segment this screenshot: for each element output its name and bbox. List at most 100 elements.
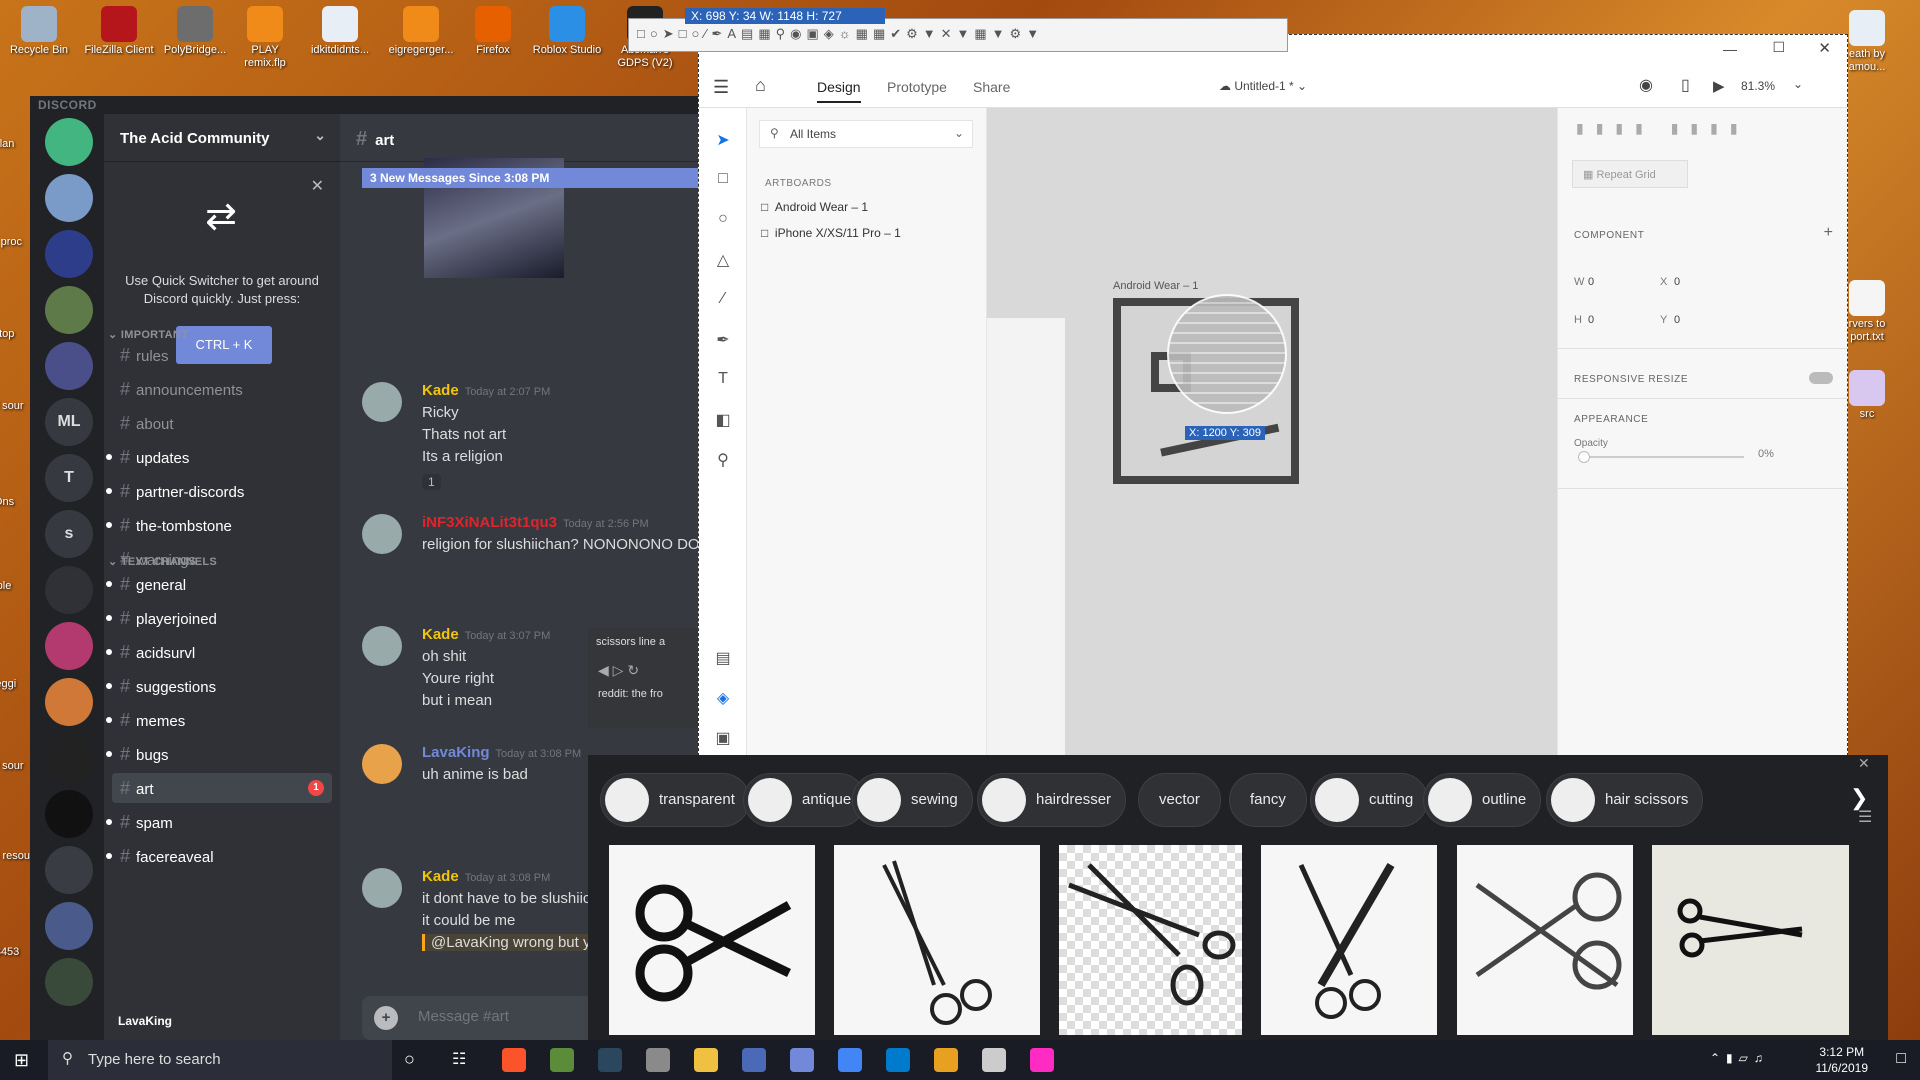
channel-spam[interactable]: # spam (106, 807, 332, 837)
windows-start-icon[interactable]: ⊞ (14, 1050, 29, 1071)
close-panel-icon[interactable]: ✕ (1858, 755, 1888, 781)
desktop-edge-label[interactable]: stop (0, 328, 30, 341)
cortana-icon[interactable]: ○ (404, 1049, 415, 1070)
server-icon[interactable]: ML (45, 398, 93, 446)
channel-general[interactable]: # general (106, 569, 332, 599)
layer-artboard-2[interactable]: □ iPhone X/XS/11 Pro – 1 (761, 226, 901, 240)
search-chip[interactable]: vector (1138, 773, 1221, 827)
repeat-grid-button[interactable]: ▦ Repeat Grid (1572, 160, 1688, 188)
browser-nav-icons[interactable]: ◀ ▷ ↻ (598, 662, 639, 679)
image-result[interactable] (1652, 845, 1849, 1035)
channel-memes[interactable]: # memes (106, 705, 332, 735)
file-explorer-icon[interactable] (694, 1048, 718, 1072)
system-tray-icons[interactable]: ⌃▮▱♫ (1710, 1051, 1769, 1065)
image-result[interactable] (609, 845, 815, 1035)
user-icon[interactable]: ◉ (1639, 75, 1653, 95)
close-icon[interactable]: ✕ (1818, 39, 1831, 57)
desktop-edge-label[interactable]: reggi (0, 678, 30, 691)
zoom-tool-icon[interactable]: ⚲ (713, 450, 733, 470)
design-canvas[interactable]: Android Wear – 1 X: 1200 Y: 309 (987, 108, 1557, 760)
server-icon[interactable] (45, 118, 93, 166)
y-field[interactable]: 0 (1674, 314, 1680, 326)
layer-artboard-1[interactable]: □ Android Wear – 1 (761, 200, 868, 214)
home-icon[interactable]: ⌂ (755, 75, 766, 96)
avatar[interactable] (362, 626, 402, 666)
new-messages-bar[interactable]: 3 New Messages Since 3:08 PM (362, 168, 710, 188)
zoom-level[interactable]: 81.3% (1741, 79, 1775, 93)
tab-prototype[interactable]: Prototype (887, 79, 947, 95)
artboard-title[interactable]: Android Wear – 1 (1113, 280, 1198, 292)
image-result[interactable] (1261, 845, 1437, 1035)
clock[interactable]: 3:12 PM 11/6/2019 (1816, 1044, 1869, 1076)
rectangle-tool-icon[interactable]: □ (713, 170, 733, 190)
plugins-icon[interactable]: ▣ (713, 728, 733, 748)
zoom-chevron-icon[interactable]: ⌄ (1793, 77, 1803, 91)
search-chip[interactable]: hairdresser (977, 773, 1127, 827)
device-preview-icon[interactable]: ▯ (1681, 75, 1690, 95)
server-icon[interactable] (45, 286, 93, 334)
server-icon[interactable] (45, 958, 93, 1006)
desktop-edge-label[interactable]: thi proc (0, 236, 30, 249)
channel-the-tombstone[interactable]: # the-tombstone (106, 510, 332, 540)
desktop-edge-label[interactable]: 1.14 resou (0, 850, 30, 863)
search-chip[interactable]: outline (1423, 773, 1542, 827)
message-author[interactable]: Kade Today at 2:07 PM (422, 382, 550, 399)
annotation-tool-icons[interactable]: □○➤□○∕✒A▤▦⚲◉▣◈☼▦▦✔⚙▼✕▼▦▼⚙▼ (637, 26, 1044, 42)
search-chip[interactable]: fancy (1229, 773, 1307, 827)
artboard-tool-icon[interactable]: ◧ (713, 410, 733, 430)
server-icon[interactable] (45, 342, 93, 390)
brave-icon[interactable] (502, 1048, 526, 1072)
avatar[interactable] (362, 382, 402, 422)
select-tool-icon[interactable]: ➤ (713, 130, 733, 150)
desktop-edge-label[interactable]: dul sour (0, 400, 30, 413)
menu-icon[interactable]: ☰ (713, 77, 729, 98)
polygon-tool-icon[interactable]: △ (713, 250, 733, 270)
avatar[interactable] (362, 744, 402, 784)
line-tool-icon[interactable]: ∕ (713, 290, 733, 310)
vscode-icon[interactable] (886, 1048, 910, 1072)
channel-acidsurvl[interactable]: # acidsurvl (106, 637, 332, 667)
add-component-icon[interactable]: + (1824, 224, 1833, 242)
assets-icon[interactable]: ▤ (713, 648, 733, 668)
notifications-icon[interactable]: □ (1896, 1050, 1906, 1068)
desktop-icon[interactable]: FileZilla Client (84, 6, 154, 57)
channel-updates[interactable]: # updates (106, 442, 332, 472)
chevron-right-icon[interactable]: ❯ (1850, 785, 1868, 811)
iphone-artboard[interactable] (987, 318, 1065, 758)
discord-icon[interactable] (790, 1048, 814, 1072)
desktop-edge-label[interactable]: 23453 (0, 946, 30, 959)
desktop-edge-label[interactable]: plan (0, 138, 30, 151)
taskbar-search[interactable]: ⚲ Type here to search (48, 1040, 392, 1080)
server-icon[interactable] (45, 846, 93, 894)
channel-art[interactable]: # art 1 (112, 773, 332, 803)
message-author[interactable]: Kade Today at 3:07 PM (422, 626, 550, 643)
layers-search[interactable]: ⚲ All Items ⌄ (759, 120, 973, 148)
desktop-icon[interactable]: Roblox Studio (532, 6, 602, 57)
chevron-down-icon[interactable]: ⌄ (954, 126, 964, 140)
server-icon[interactable] (45, 230, 93, 278)
image-result[interactable] (834, 845, 1040, 1035)
server-icon[interactable] (45, 678, 93, 726)
desktop-icon[interactable]: idkitdidnts... (305, 6, 375, 57)
channel-facereaveal[interactable]: # facereaveal (106, 841, 332, 871)
channel-playerjoined[interactable]: # playerjoined (106, 603, 332, 633)
channel-rules[interactable]: # rules (112, 340, 332, 370)
opacity-slider-handle[interactable] (1578, 451, 1590, 463)
search-chip[interactable]: hair scissors (1546, 773, 1704, 827)
reaction[interactable]: 1 (422, 474, 441, 490)
desktop-icon[interactable]: Recycle Bin (4, 6, 74, 57)
desktop-edge-label[interactable]: dul sour (0, 760, 30, 773)
pen-tool-icon[interactable]: ✒ (713, 330, 733, 350)
channel-suggestions[interactable]: # suggestions (106, 671, 332, 701)
desktop-icon[interactable]: Firefox (458, 6, 528, 57)
server-icon[interactable] (45, 902, 93, 950)
channel-about[interactable]: # about (112, 408, 332, 438)
search-chip[interactable]: cutting (1310, 773, 1429, 827)
minimize-icon[interactable]: — (1723, 41, 1737, 57)
server-icon[interactable] (45, 566, 93, 614)
task-view-icon[interactable]: ☷ (452, 1049, 466, 1069)
document-title[interactable]: ☁ Untitled-1 * ⌄ (1219, 79, 1307, 93)
minecraft-icon[interactable] (550, 1048, 574, 1072)
desktop-icon[interactable]: PolyBridge... (160, 6, 230, 57)
opacity-value[interactable]: 0% (1758, 448, 1774, 460)
